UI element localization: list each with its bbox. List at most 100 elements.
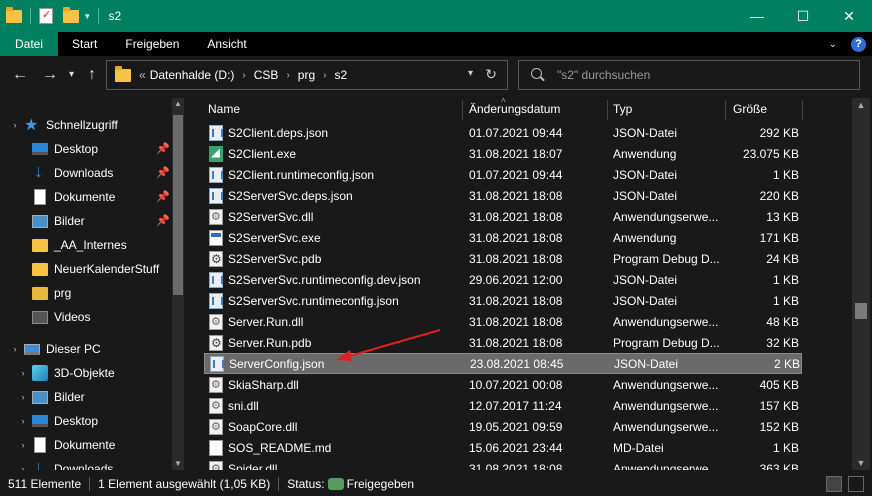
sidebar-item-label: Dokumente (54, 438, 116, 452)
file-date: 31.08.2021 18:08 (469, 461, 563, 471)
scroll-down-arrow-icon[interactable]: ▼ (852, 456, 870, 470)
column-header-size[interactable]: Größe (733, 98, 767, 120)
sidebar-item-dokumente[interactable]: Dokumente (32, 185, 115, 209)
table-row[interactable]: SOS_README.md 15.06.2021 23:44 MD-Datei 1 K… (204, 437, 802, 458)
sidebar-item-prg[interactable]: prg (32, 281, 71, 305)
table-row[interactable]: Server.Run.dll 31.08.2021 18:08 Anwendungs… (204, 311, 802, 332)
exe-file-icon (209, 145, 223, 162)
file-name: sni.dll (228, 398, 259, 413)
md-file-icon (209, 439, 223, 456)
file-type: Program Debug D... (613, 335, 720, 350)
sidebar-item-dokumente-pc[interactable]: › Dokumente (18, 433, 115, 457)
table-row[interactable]: sni.dll 12.07.2017 11:24 Anwendungserwe...… (204, 395, 802, 416)
table-row[interactable]: SoapCore.dll 19.05.2021 09:59 Anwendungser… (204, 416, 802, 437)
table-row[interactable]: S2Client.runtimeconfig.json 01.07.2021 09… (204, 164, 802, 185)
new-folder-icon[interactable] (63, 6, 79, 23)
sidebar-item-schnellzugriff[interactable]: › Schnellzugriff (10, 113, 118, 137)
breadcrumb-s2[interactable]: s2 (334, 68, 347, 82)
properties-icon[interactable] (39, 8, 53, 24)
table-row[interactable]: S2Client.exe 31.08.2021 18:07 Anwendung 23.… (204, 143, 802, 164)
sidebar-item-videos[interactable]: Videos (32, 305, 90, 329)
sidebar-item-bilder-pc[interactable]: › Bilder (18, 385, 85, 409)
address-bar[interactable]: « Datenhalde (D:) › CSB › prg › s2 ▾ ↻ (106, 60, 508, 90)
recent-locations-chevron-icon[interactable]: ▾ (69, 66, 74, 84)
file-date: 31.08.2021 18:07 (469, 146, 563, 161)
maximize-button[interactable]: ☐ (780, 0, 826, 32)
table-row[interactable]: S2ServerSvc.runtimeconfig.json 31.08.2021… (204, 290, 802, 311)
search-input[interactable]: "s2" durchsuchen (557, 68, 650, 82)
tab-freigeben[interactable]: Freigeben (111, 32, 193, 56)
column-header-type[interactable]: Typ (613, 98, 632, 120)
minimize-button[interactable]: — (734, 0, 780, 32)
help-icon[interactable]: ? (851, 36, 866, 52)
forward-arrow-icon[interactable]: → (42, 66, 58, 84)
sidebar-item-label: NeuerKalenderStuff (54, 262, 160, 276)
file-name: S2Client.runtimeconfig.json (228, 167, 375, 182)
refresh-icon[interactable]: ↻ (485, 66, 497, 83)
breadcrumb-chevron-icon[interactable]: › (242, 70, 245, 81)
sidebar-item-neuerkalenderstuff[interactable]: NeuerKalenderStuff (32, 257, 159, 281)
sidebar-item-dieser-pc[interactable]: › Dieser PC (10, 337, 101, 361)
column-divider[interactable] (462, 100, 463, 120)
expand-chevron-icon[interactable]: › (18, 416, 28, 426)
table-row[interactable]: S2ServerSvc.deps.json 31.08.2021 18:08 JSO… (204, 185, 802, 206)
expand-chevron-icon[interactable]: › (18, 440, 28, 450)
expand-chevron-icon[interactable]: › (18, 464, 28, 470)
sidebar-item-bilder[interactable]: Bilder (32, 209, 85, 233)
table-row[interactable]: S2ServerSvc.dll 31.08.2021 18:08 Anwendung… (204, 206, 802, 227)
file-list-scrollbar[interactable] (852, 98, 870, 470)
sidebar-item-label: Bilder (54, 214, 85, 228)
file-list-scrollbar-thumb[interactable] (855, 303, 867, 319)
expand-chevron-icon[interactable]: › (18, 368, 28, 378)
table-row[interactable]: S2ServerSvc.pdb 31.08.2021 18:08 Program D… (204, 248, 802, 269)
breadcrumb-csb[interactable]: CSB (254, 68, 279, 82)
sidebar-item-label: Bilder (54, 390, 85, 404)
breadcrumb-chevron-icon[interactable]: › (286, 70, 289, 81)
breadcrumb-drive[interactable]: Datenhalde (D:) (150, 68, 235, 82)
breadcrumb-overflow-icon[interactable]: « (139, 68, 146, 82)
sidebar-item-downloads-pc[interactable]: › Downloads (18, 457, 114, 470)
pc-icon (24, 343, 40, 355)
expand-chevron-icon[interactable]: › (18, 392, 28, 402)
breadcrumb-prg[interactable]: prg (298, 68, 315, 82)
expand-chevron-icon[interactable]: › (10, 344, 20, 354)
tab-datei[interactable]: Datei (0, 32, 59, 56)
table-row[interactable]: S2Client.deps.json 01.07.2021 09:44 JSON-D… (204, 122, 802, 143)
table-row[interactable]: SkiaSharp.dll 10.07.2021 00:08 Anwendungse… (204, 374, 802, 395)
customize-toolbar-chevron-icon[interactable]: ▾ (85, 11, 90, 22)
file-name: SoapCore.dll (228, 419, 298, 434)
sidebar-item-3d-objekte[interactable]: › 3D-Objekte (18, 361, 115, 385)
tab-ansicht[interactable]: Ansicht (193, 32, 260, 56)
large-icons-view-icon[interactable] (848, 476, 864, 492)
address-history-chevron-icon[interactable]: ▾ (468, 68, 473, 79)
search-box[interactable]: "s2" durchsuchen (518, 60, 860, 90)
sidebar-scrollbar-thumb[interactable] (173, 115, 183, 295)
column-header-date[interactable]: Änderungsdatum (469, 98, 560, 120)
share-status: Status: Freigegeben (279, 477, 422, 491)
scroll-up-arrow-icon[interactable]: ▲ (852, 98, 870, 112)
sidebar-item-downloads[interactable]: Downloads (32, 161, 113, 185)
expand-ribbon-chevron-icon[interactable]: ⌄ (829, 39, 837, 50)
file-name: Server.Run.pdb (228, 335, 312, 350)
close-button[interactable]: ✕ (826, 0, 872, 32)
column-divider[interactable] (802, 100, 803, 120)
back-arrow-icon[interactable]: ← (12, 66, 28, 84)
breadcrumb-chevron-icon[interactable]: › (323, 70, 326, 81)
sidebar-item-aa-internes[interactable]: _AA_Internes (32, 233, 127, 257)
up-arrow-icon[interactable]: ↑ (88, 66, 96, 84)
details-view-icon[interactable] (826, 476, 842, 492)
sidebar-item-desktop-pc[interactable]: › Desktop (18, 409, 99, 433)
scroll-up-arrow-icon[interactable]: ▲ (172, 98, 184, 110)
column-divider[interactable] (725, 100, 726, 120)
tab-start[interactable]: Start (58, 32, 111, 56)
table-row[interactable]: Server.Run.pdb 31.08.2021 18:08 Program De… (204, 332, 802, 353)
expand-chevron-icon[interactable]: › (10, 120, 20, 130)
column-divider[interactable] (607, 100, 608, 120)
table-row[interactable]: ServerConfig.json 23.08.2021 08:45 JSON-Da… (204, 353, 802, 374)
table-row[interactable]: S2ServerSvc.exe 31.08.2021 18:08 Anwendung… (204, 227, 802, 248)
table-row[interactable]: Spider.dll 31.08.2021 18:08 Anwendungserwe… (204, 458, 802, 470)
column-header-name[interactable]: Name (208, 98, 240, 120)
scroll-down-arrow-icon[interactable]: ▼ (172, 458, 184, 470)
table-row[interactable]: S2ServerSvc.runtimeconfig.dev.json 29.06.… (204, 269, 802, 290)
sidebar-item-desktop[interactable]: Desktop (32, 137, 98, 161)
